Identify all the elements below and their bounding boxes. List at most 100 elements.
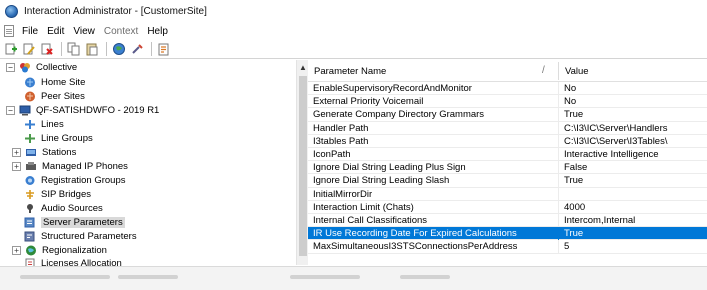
structured-parameters-icon (24, 231, 35, 241)
tree-label: Peer Sites (41, 90, 85, 102)
collapse-icon[interactable]: − (6, 105, 15, 115)
menu-view[interactable]: View (73, 26, 95, 37)
parameter-name-cell: Internal Call Classifications (313, 215, 428, 226)
parameter-value-cell[interactable]: No (564, 83, 576, 94)
parameter-name-cell: IconPath (313, 149, 351, 160)
table-row[interactable]: External Priority Voicemail No (308, 95, 707, 109)
parameter-value-cell[interactable]: 5 (564, 241, 569, 252)
table-row[interactable]: InitialMirrorDir (308, 187, 707, 201)
parameter-value-cell[interactable]: True (564, 175, 583, 186)
tree-scrollbar[interactable]: ▲ (296, 60, 308, 265)
tree-item-collective[interactable]: − Collective (6, 61, 77, 73)
tree-label: QF-SATISHDWFO - 2019 R1 (36, 104, 160, 116)
table-row[interactable]: Internal Call Classifications Intercom,In… (308, 214, 707, 228)
expand-icon[interactable]: + (12, 245, 21, 255)
tools-icon[interactable] (129, 41, 145, 57)
expand-icon[interactable]: + (12, 147, 21, 157)
menu-file[interactable]: File (22, 26, 38, 37)
tree-item-registration-groups[interactable]: Registration Groups (24, 174, 125, 186)
globe-icon[interactable] (111, 41, 127, 57)
tree-label: Audio Sources (41, 202, 103, 214)
tree-label: Managed IP Phones (42, 160, 128, 172)
tree-item-structured-parameters[interactable]: Structured Parameters (24, 230, 137, 242)
column-divider[interactable] (558, 62, 559, 80)
delete-icon[interactable] (39, 41, 55, 57)
parameter-value-cell[interactable]: C:\I3\IC\Server\Handlers (564, 123, 667, 134)
table-row[interactable]: EnableSupervisoryRecordAndMonitor No (308, 82, 707, 96)
parameter-value-cell[interactable]: True (564, 109, 583, 120)
tree-item-peer-sites[interactable]: Peer Sites (24, 90, 85, 102)
table-row[interactable]: Ignore Dial String Leading Slash True (308, 174, 707, 188)
collapse-icon[interactable]: − (6, 62, 15, 72)
paste-icon[interactable] (84, 41, 100, 57)
column-header-value[interactable]: Value (565, 66, 589, 77)
cell-divider (558, 187, 559, 201)
grid-header: Parameter Name / Value (308, 60, 707, 82)
parameter-value-cell[interactable]: False (564, 162, 587, 173)
menu-edit[interactable]: Edit (47, 26, 64, 37)
table-row[interactable]: MaxSimultaneousI3STSConnectionsPerAddres… (308, 240, 707, 254)
toolbar-separator (151, 42, 152, 56)
edit-icon[interactable] (21, 41, 37, 57)
toolbar (0, 40, 707, 59)
menu-context[interactable]: Context (104, 26, 138, 37)
stations-icon (26, 148, 36, 156)
table-row[interactable]: Handler Path C:\I3\IC\Server\Handlers (308, 121, 707, 135)
tree-item-server[interactable]: − QF-SATISHDWFO - 2019 R1 (6, 104, 159, 116)
scroll-up-icon[interactable]: ▲ (299, 63, 307, 72)
toolbar-separator (106, 42, 107, 56)
navigation-tree: − Collective Home Site Peer Sites − QF-S… (0, 60, 296, 269)
peer-sites-icon (25, 91, 35, 101)
line-groups-icon (25, 133, 35, 143)
column-resize-icon[interactable]: / (542, 65, 545, 76)
tree-item-server-parameters[interactable]: Server Parameters (24, 216, 125, 228)
cell-divider (558, 161, 559, 175)
cell-divider (558, 174, 559, 188)
cell-divider (558, 240, 559, 254)
table-row[interactable]: I3tables Path C:\I3\IC\Server\I3Tables\ (308, 134, 707, 148)
copy-icon[interactable] (66, 41, 82, 57)
cell-divider (558, 227, 559, 241)
table-row[interactable]: Generate Company Directory Grammars True (308, 108, 707, 122)
tree-item-regionalization[interactable]: + Regionalization (12, 244, 107, 256)
tree-item-audio-sources[interactable]: Audio Sources (24, 202, 103, 214)
parameter-value-cell[interactable]: C:\I3\IC\Server\I3Tables\ (564, 136, 667, 147)
cell-divider (558, 108, 559, 122)
parameter-value-cell[interactable]: Interactive Intelligence (564, 149, 659, 160)
tree-label: Collective (36, 61, 78, 73)
column-header-parameter-name[interactable]: Parameter Name (314, 66, 386, 77)
tree-item-stations[interactable]: + Stations (12, 146, 76, 158)
parameters-grid: Parameter Name / Value EnableSupervisory… (308, 60, 707, 265)
parameter-name-cell: Generate Company Directory Grammars (313, 109, 485, 121)
table-row[interactable]: Interaction Limit (Chats) 4000 (308, 200, 707, 214)
status-text (290, 275, 360, 279)
tree-item-lines[interactable]: Lines (24, 118, 64, 130)
expand-icon[interactable]: + (12, 161, 21, 171)
tree-item-sip-bridges[interactable]: SIP Bridges (24, 188, 91, 200)
table-row[interactable]: IconPath Interactive Intelligence (308, 148, 707, 162)
cell-divider (558, 214, 559, 227)
menu-help[interactable]: Help (147, 26, 168, 37)
parameter-value-cell[interactable]: 4000 (564, 202, 585, 213)
status-text (118, 275, 178, 279)
home-site-icon (25, 77, 35, 87)
parameter-value-cell[interactable]: Intercom,Internal (564, 215, 635, 226)
parameter-name-cell: I3tables Path (313, 135, 369, 147)
server-parameters-icon (24, 217, 35, 227)
tree-item-line-groups[interactable]: Line Groups (24, 132, 93, 144)
table-row[interactable]: IR Use Recording Date For Expired Calcul… (308, 227, 707, 241)
tree-item-home-site[interactable]: Home Site (24, 76, 85, 88)
parameter-value-cell[interactable]: No (564, 96, 576, 107)
parameter-value-cell[interactable]: True (564, 228, 583, 239)
tree-item-managed-ip-phones[interactable]: + Managed IP Phones (12, 160, 128, 172)
scroll-thumb[interactable] (299, 76, 307, 256)
app-icon (5, 4, 18, 18)
properties-icon[interactable] (156, 41, 172, 57)
table-row[interactable]: Ignore Dial String Leading Plus Sign Fals… (308, 161, 707, 175)
server-icon (19, 105, 31, 115)
title-bar: Interaction Administrator - [CustomerSit… (0, 0, 707, 22)
parameter-name-cell: Ignore Dial String Leading Plus Sign (313, 162, 466, 174)
new-icon[interactable] (3, 41, 19, 57)
audio-sources-icon (27, 203, 33, 213)
cell-divider (558, 95, 559, 109)
